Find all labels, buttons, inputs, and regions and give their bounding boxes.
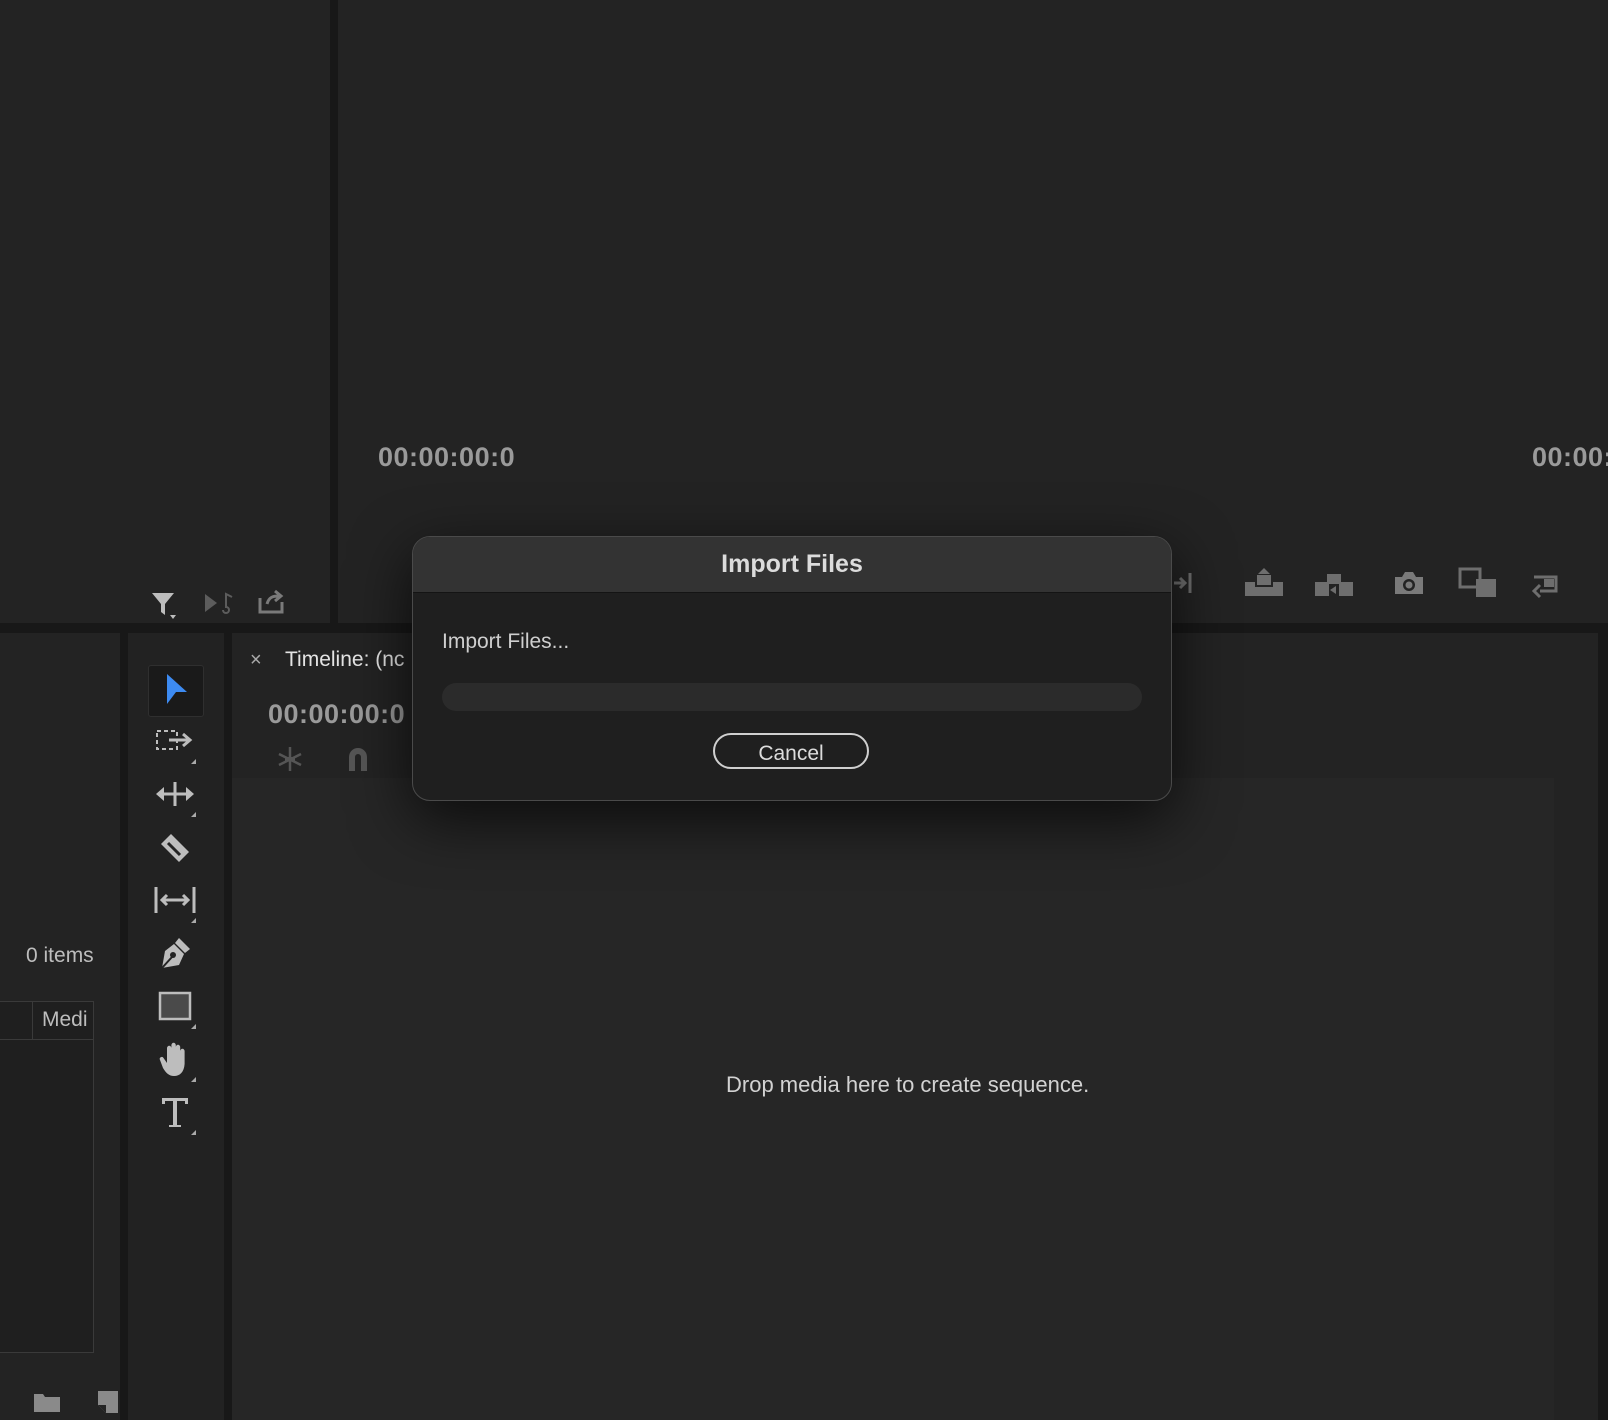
dialog-title: Import Files: [721, 550, 863, 578]
dialog-titlebar[interactable]: Import Files: [413, 537, 1171, 593]
comparison-view-icon[interactable]: [1458, 567, 1498, 599]
import-progress-bar: [442, 683, 1142, 711]
selection-tool[interactable]: [148, 665, 204, 717]
pen-icon: [157, 935, 193, 976]
column-header-media[interactable]: Medi: [42, 1008, 88, 1032]
ripple-edit-tool[interactable]: [148, 771, 202, 821]
loop-icon[interactable]: [1530, 569, 1566, 599]
insert-sequence-nest-icon[interactable]: [275, 745, 305, 773]
rectangle-tool[interactable]: [148, 983, 202, 1033]
source-panel: [0, 0, 330, 623]
project-list-area[interactable]: [0, 1001, 94, 1353]
slip-icon: [153, 885, 197, 920]
hand-icon: [158, 1040, 192, 1083]
track-select-tool[interactable]: [148, 718, 202, 768]
new-item-icon[interactable]: [97, 1390, 119, 1414]
cancel-button[interactable]: Cancel: [713, 733, 869, 769]
filter-icon[interactable]: [150, 590, 178, 620]
timeline-tab-title[interactable]: Timeline: (nc: [285, 648, 413, 672]
dialog-status-message: Import Files...: [442, 630, 570, 653]
snap-magnet-icon[interactable]: [345, 745, 371, 773]
timeline-close-button[interactable]: ×: [250, 649, 262, 672]
new-bin-icon[interactable]: [33, 1391, 61, 1413]
type-icon: [159, 1095, 191, 1134]
ripple-edit-icon: [154, 779, 196, 814]
program-timecode-duration: 00:00:: [1532, 442, 1608, 472]
extract-icon[interactable]: [1314, 568, 1354, 598]
lift-icon[interactable]: [1244, 568, 1284, 598]
items-count-label: 0 items: [26, 944, 94, 967]
selection-arrow-icon: [161, 672, 191, 711]
program-monitor-panel: [338, 0, 1608, 623]
tool-flyout-indicator: [191, 759, 196, 764]
go-to-out-icon[interactable]: [1172, 570, 1194, 596]
type-tool[interactable]: [148, 1089, 202, 1139]
hand-tool[interactable]: [148, 1036, 202, 1086]
slip-tool[interactable]: [148, 877, 202, 927]
camera-icon[interactable]: [1393, 570, 1425, 596]
column-divider[interactable]: [32, 1001, 33, 1039]
audio-drag-icon[interactable]: [203, 590, 235, 616]
timeline-timecode[interactable]: 00:00:00:0: [268, 699, 414, 730]
tool-flyout-indicator: [191, 918, 196, 923]
razor-tool[interactable]: [148, 824, 202, 874]
export-icon[interactable]: [257, 588, 287, 616]
track-select-icon: [155, 727, 195, 760]
tool-flyout-indicator: [191, 1024, 196, 1029]
tool-flyout-indicator: [191, 1077, 196, 1082]
timeline-track-area[interactable]: [232, 778, 1554, 1420]
razor-icon: [157, 830, 193, 869]
tool-flyout-indicator: [191, 812, 196, 817]
pen-tool[interactable]: [148, 930, 202, 980]
rectangle-icon: [158, 991, 192, 1026]
program-timecode-current[interactable]: 00:00:00:0: [378, 442, 515, 473]
timeline-empty-message: Drop media here to create sequence.: [726, 1072, 1090, 1097]
tool-flyout-indicator: [191, 1130, 196, 1135]
import-files-dialog: Import Files Import Files... Cancel: [412, 536, 1172, 801]
